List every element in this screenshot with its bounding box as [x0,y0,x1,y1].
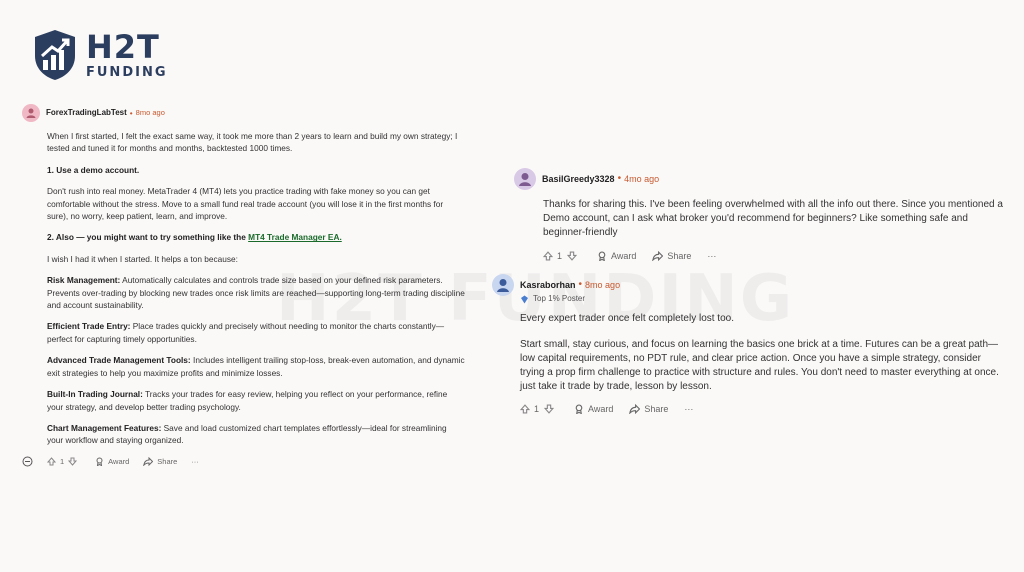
feature-item: Risk Management: Automatically calculate… [47,274,465,311]
award-label: Award [611,251,637,261]
downvote-icon[interactable] [544,404,555,414]
comment-actions: 1 Award Share ··· [520,402,1012,416]
feature-title: Efficient Trade Entry: [47,321,131,332]
upvote-icon[interactable] [520,404,530,414]
paragraph: Every expert trader once felt completely… [520,313,734,324]
feature-item: Advanced Trade Management Tools: Include… [47,354,465,379]
username[interactable]: ForexTradingLabTest [46,107,127,119]
separator-dot: • [129,107,133,118]
share-icon [143,457,154,467]
share-label: Share [644,404,669,414]
vote-group: 1 [47,456,81,468]
comment-body: When I first started, I felt the exact s… [47,130,465,447]
badge-label: Top 1% Poster [533,294,586,303]
paragraph: I wish I had it when I started. It helps… [47,253,238,264]
feature-item: Chart Management Features: Save and load… [47,422,465,447]
separator-dot: • [617,173,622,184]
share-button[interactable]: Share [629,402,668,416]
vote-count: 1 [534,404,540,414]
more-icon[interactable]: ··· [684,402,693,416]
badge-icon [521,295,528,303]
collapse-icon [22,456,33,467]
share-label: Share [667,251,692,261]
share-label: Share [157,456,178,466]
downvote-icon[interactable] [567,251,578,261]
heading: 2. Also — you might want to try somethin… [47,231,465,243]
comment-actions: 1 Award Share ··· [22,456,462,468]
feature-item: Efficient Trade Entry: Place trades quic… [47,320,465,345]
award-label: Award [588,404,614,414]
comment-header: ForexTradingLabTest • 8mo ago [22,104,462,122]
logo-subtitle: FUNDING [86,65,168,80]
downvote-icon[interactable] [68,457,78,467]
heading: 1. Use a demo account. [47,164,140,175]
award-button[interactable]: Award [597,249,636,263]
paragraph: Thanks for sharing this. I've been feeli… [543,199,1003,238]
award-button[interactable]: Award [95,456,129,468]
comment-body: Thanks for sharing this. I've been feeli… [543,198,1010,240]
more-icon[interactable]: ··· [191,456,199,468]
upvote-icon[interactable] [47,457,56,466]
username[interactable]: Kasraborhan [520,278,576,292]
feature-title: Risk Management: [47,275,121,286]
vote-group: 1 [520,402,558,416]
separator-dot: • [578,279,583,290]
award-icon [96,457,103,467]
comment-forextradinglabtest: ForexTradingLabTest • 8mo ago When I fir… [22,104,465,468]
share-icon [652,251,664,261]
avatar-icon[interactable] [514,168,536,190]
share-icon [629,404,641,414]
comment-basilgreedy3328: BasilGreedy3328 • 4mo ago Thanks for sha… [514,168,1010,263]
award-button[interactable]: Award [574,402,613,416]
comment-body: Every expert trader once felt completely… [520,312,1002,394]
vote-count: 1 [60,456,65,466]
share-button[interactable]: Share [652,249,691,263]
avatar-icon[interactable] [22,104,40,122]
comment-actions: 1 Award Share ··· [543,249,1010,263]
mt4-trade-manager-link[interactable]: MT4 Trade Manager EA. [248,232,342,242]
username[interactable]: BasilGreedy3328 [542,172,615,186]
award-label: Award [108,456,130,466]
vote-group: 1 [543,249,581,263]
comment-kasraborhan: Kasraborhan • 8mo ago Top 1% Poster Ever… [492,274,1012,416]
timestamp: 8mo ago [135,107,165,117]
shield-logo-icon [35,30,75,80]
paragraph: Don't rush into real money. MetaTrader 4… [47,186,444,222]
award-icon [598,251,606,261]
vote-count: 1 [557,251,563,261]
share-button[interactable]: Share [143,456,177,468]
h2t-logo: H2T FUNDING [32,28,168,82]
timestamp: 8mo ago [585,280,621,290]
upvote-icon[interactable] [543,251,553,261]
more-icon[interactable]: ··· [707,249,716,263]
feature-title: Built-In Trading Journal: [47,389,143,400]
paragraph: Start small, stay curious, and focus on … [520,339,999,392]
paragraph: When I first started, I felt the exact s… [47,131,458,154]
avatar-icon[interactable] [492,274,514,296]
heading-text: 2. Also — you might want to try somethin… [47,232,249,243]
feature-title: Advanced Trade Management Tools: [47,355,191,366]
award-icon [575,404,583,414]
collapse-button[interactable] [22,456,33,467]
logo-title: H2T [86,28,160,66]
feature-item: Built-In Trading Journal: Tracks your tr… [47,388,465,413]
feature-title: Chart Management Features: [47,422,162,433]
timestamp: 4mo ago [624,174,660,184]
top-poster-badge: Top 1% Poster [520,292,1012,306]
comment-header: BasilGreedy3328 • 4mo ago [514,168,1010,190]
